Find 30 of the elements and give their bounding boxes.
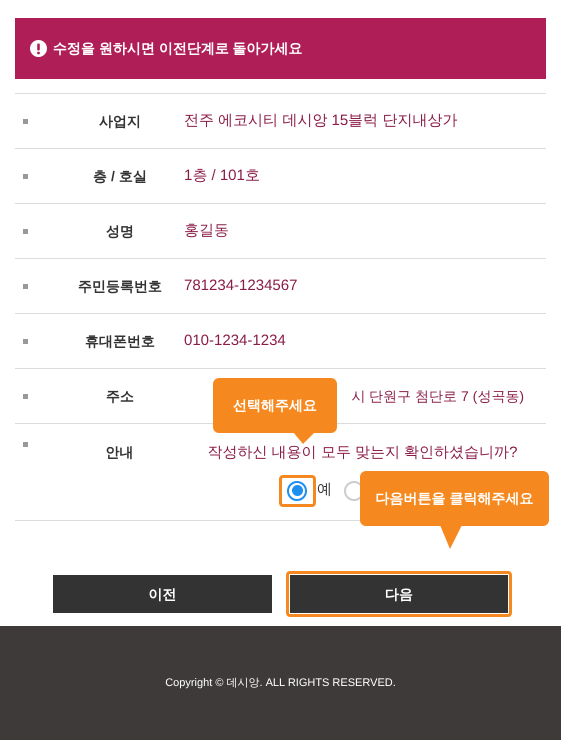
question-text: 작성하신 내용이 모두 맞는지 확인하셨습니까? xyxy=(207,443,518,463)
field-label: 안내 xyxy=(104,443,134,462)
bullet-icon xyxy=(23,394,28,398)
copyright-text: Copyright © 데시앙. ALL RIGHTS RESERVED. xyxy=(165,676,396,691)
field-value: 010-1234-1234 xyxy=(184,330,286,351)
field-value: 781234-1234567 xyxy=(184,276,298,296)
bullet-icon xyxy=(23,338,28,344)
bullet-icon xyxy=(23,118,28,124)
field-label: 층 / 호실 xyxy=(92,166,148,186)
warning-icon xyxy=(30,40,47,57)
previous-button[interactable]: 이전 xyxy=(53,575,272,613)
tooltip-pointer xyxy=(293,432,315,444)
bullet-icon xyxy=(23,442,28,447)
radio-button[interactable] xyxy=(287,480,308,500)
field-value: 1층 / 101호 xyxy=(184,166,260,186)
bullet-icon xyxy=(23,228,28,234)
field-label: 주민등록번호 xyxy=(77,276,163,296)
radio-label: 예 xyxy=(316,480,332,500)
bullet-icon xyxy=(23,174,28,178)
field-label: 성명 xyxy=(105,222,135,240)
tooltip-pointer xyxy=(440,525,462,549)
field-label: 사업지 xyxy=(98,112,142,130)
next-button[interactable]: 다음 xyxy=(290,575,508,613)
field-value: 전주 에코시티 데시앙 15블럭 단지내상가 xyxy=(184,110,458,131)
field-label: 휴대폰번호 xyxy=(84,332,156,350)
field-label: 주소 xyxy=(105,386,135,406)
bullet-icon xyxy=(23,284,28,288)
field-value: 홍길동 xyxy=(184,220,229,241)
notice-text: 수정을 원하시면 이전단계로 돌아가세요 xyxy=(53,39,303,58)
field-value: 시 단원구 첨단로 7 (성곡동) xyxy=(351,386,524,406)
